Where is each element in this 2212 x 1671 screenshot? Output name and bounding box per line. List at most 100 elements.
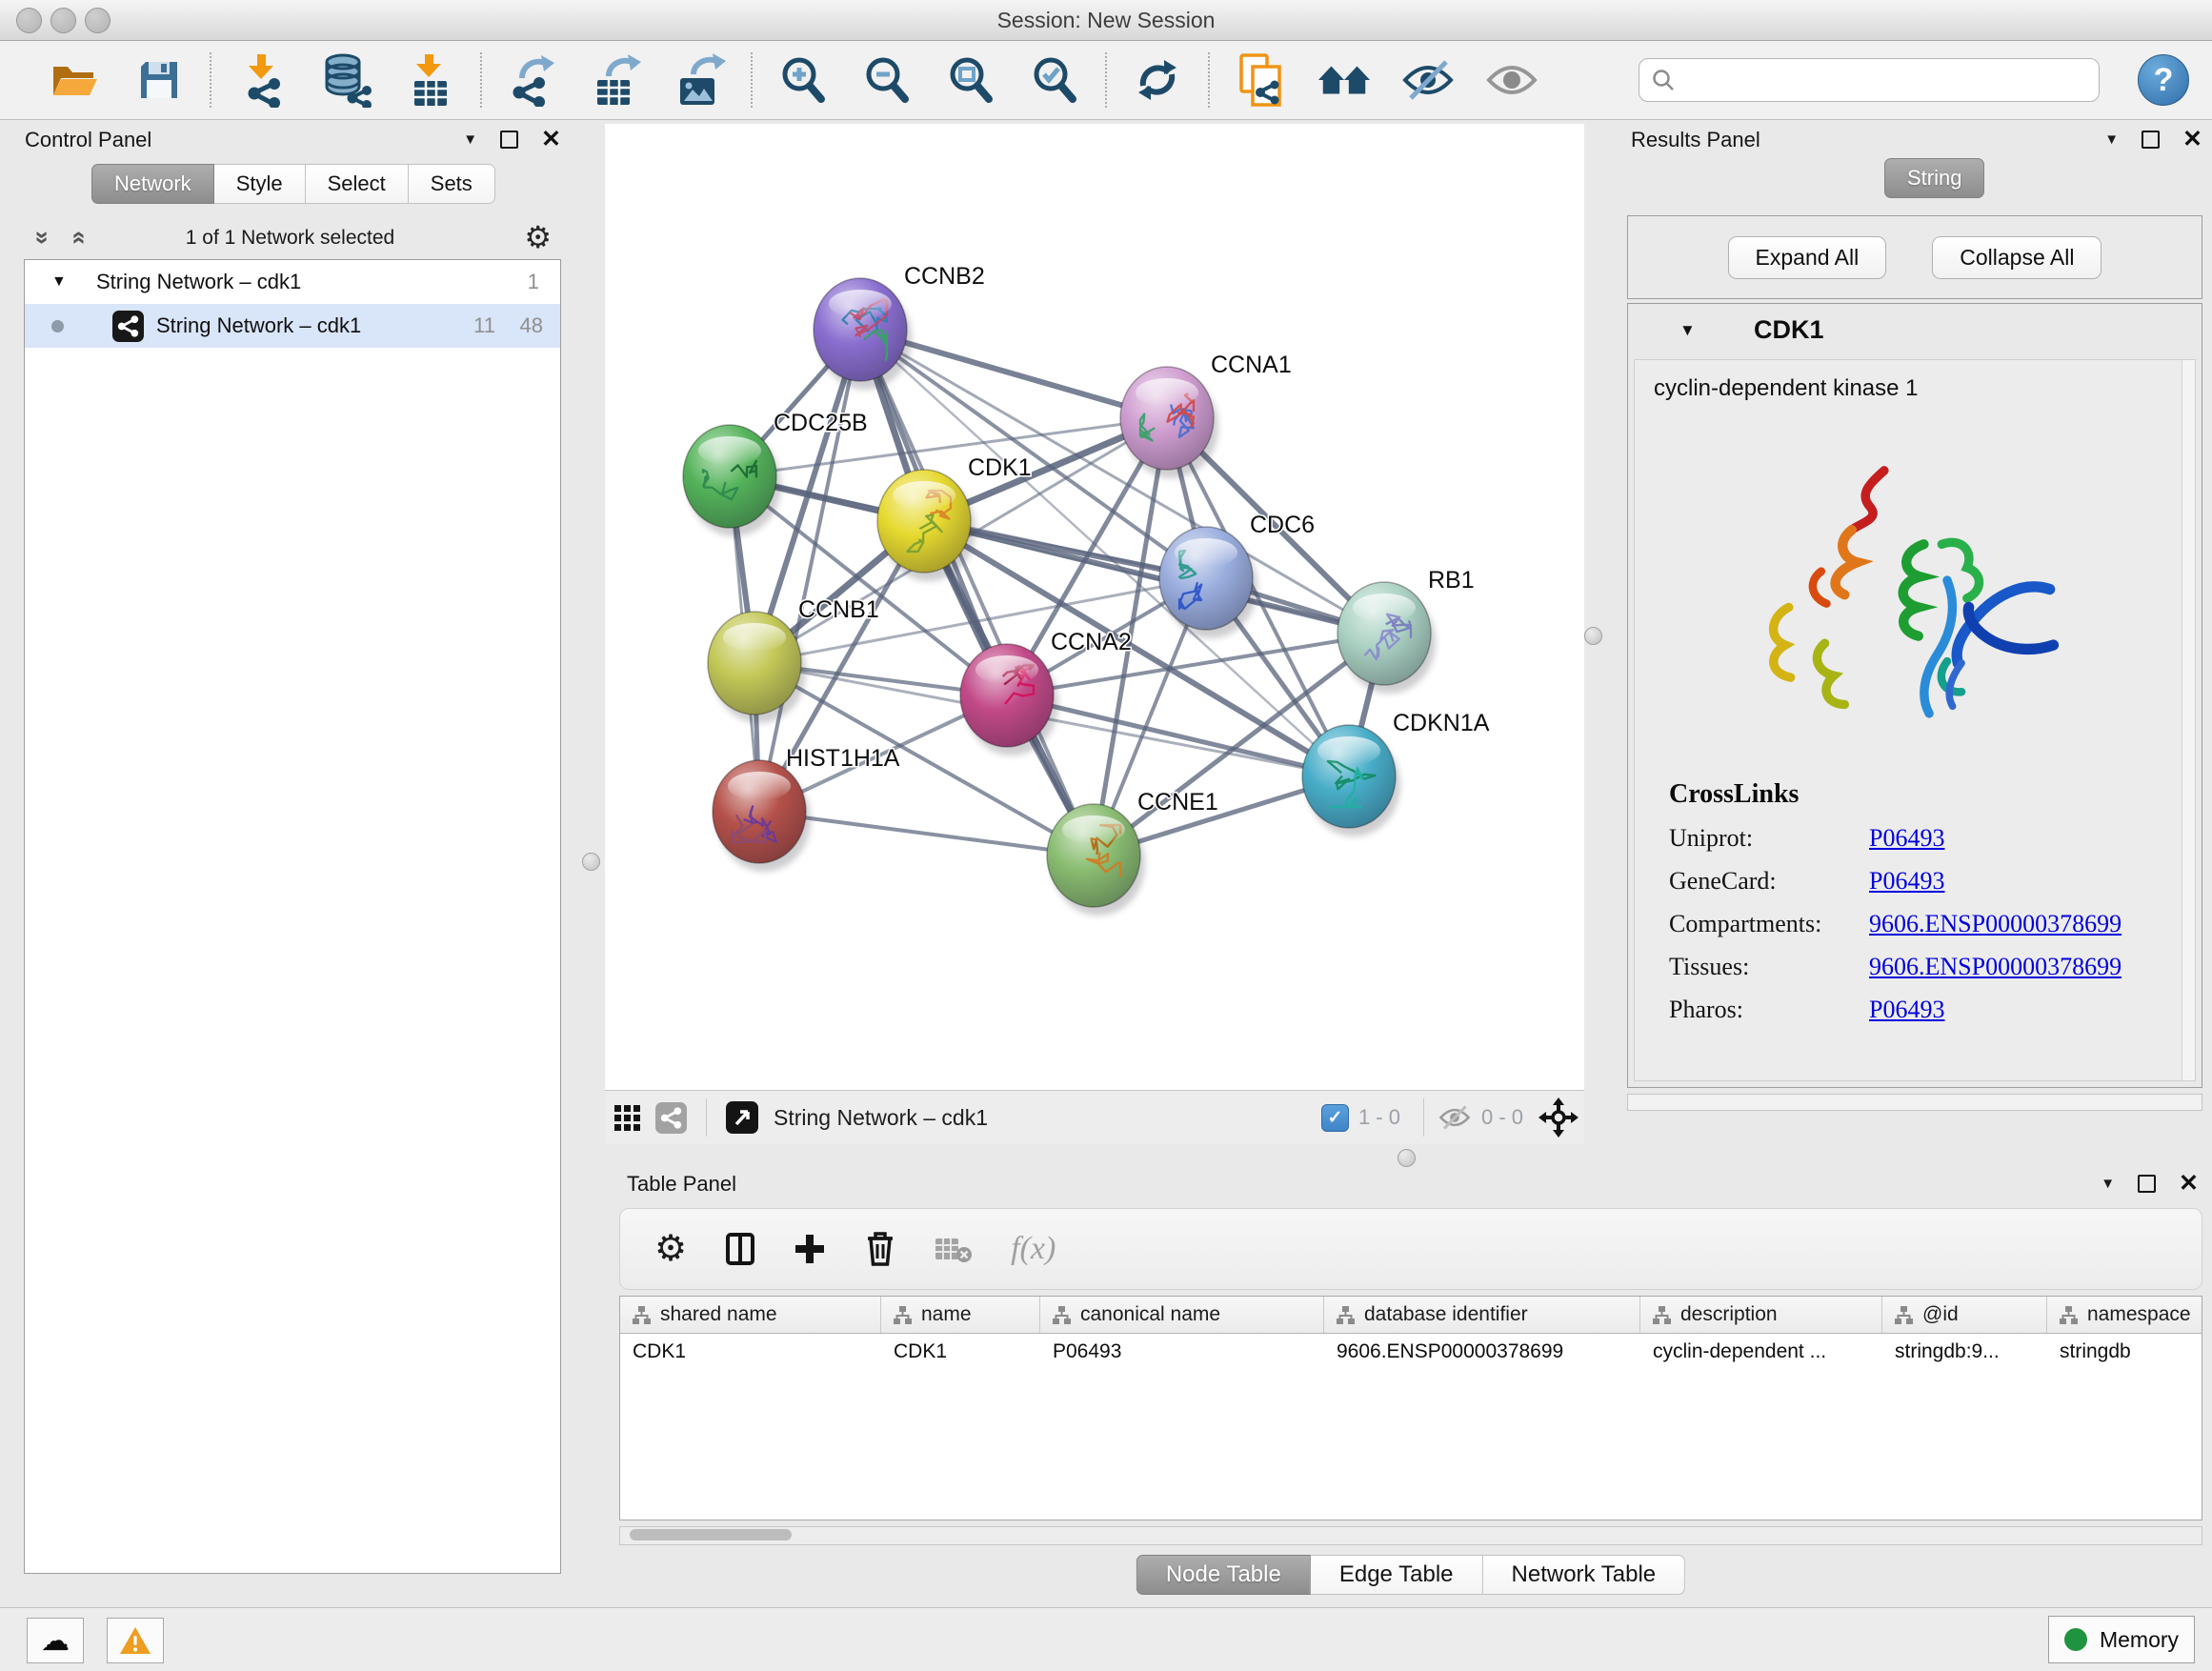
results-horizontal-scrollbar[interactable]	[1627, 1094, 2202, 1111]
global-search-field[interactable]	[1639, 58, 2100, 102]
zoom-out-button[interactable]	[859, 51, 915, 109]
results-vertical-scrollbar[interactable]	[2182, 360, 2195, 1080]
save-session-button[interactable]	[131, 51, 187, 109]
crosslink-link[interactable]: P06493	[1869, 996, 1944, 1024]
export-table-button[interactable]	[589, 51, 644, 109]
tab-string[interactable]: String	[1884, 158, 1984, 198]
tab-sets[interactable]: Sets	[409, 164, 495, 204]
network-collection-row[interactable]: ▼ String Network – cdk1 1	[25, 260, 560, 304]
warnings-button[interactable]	[107, 1618, 164, 1663]
node-CDKN1A[interactable]	[1302, 725, 1400, 836]
zoom-fit-button[interactable]	[943, 51, 998, 109]
show-columns-button[interactable]	[725, 1232, 755, 1266]
tab-node-table[interactable]: Node Table	[1136, 1555, 1311, 1595]
network-row-selected[interactable]: String Network – cdk1 11 48	[25, 304, 560, 348]
network-canvas[interactable]: CCNB2CCNA1CDC25BCDK1CDC6RB1CCNB1CCNA2CDK…	[605, 124, 1584, 1091]
table-row[interactable]: CDK1CDK1P064939606.ENSP00000378699cyclin…	[620, 1334, 2202, 1370]
open-in-window-icon[interactable]	[720, 1089, 764, 1146]
node-CDC25B[interactable]	[683, 425, 781, 536]
right-splitter-handle[interactable]	[1584, 627, 1602, 645]
show-all-button[interactable]	[1484, 51, 1539, 109]
column-header-name[interactable]: name	[881, 1297, 1040, 1333]
import-table-file-button[interactable]	[402, 51, 457, 109]
bottom-splitter-handle[interactable]	[1398, 1149, 1416, 1167]
tab-style[interactable]: Style	[214, 164, 306, 204]
section-collapse-triangle-icon[interactable]: ▼	[1679, 321, 1696, 340]
apply-layout-button[interactable]	[1130, 51, 1185, 109]
crosslink-link[interactable]: 9606.ENSP00000378699	[1869, 910, 2122, 938]
panel-menu-icon[interactable]: ▼	[2104, 131, 2119, 148]
table-cell[interactable]: P06493	[1040, 1334, 1324, 1370]
node-CCNB2[interactable]	[814, 278, 912, 390]
collapse-all-button[interactable]: Collapse All	[1932, 236, 2101, 279]
column-header-database-identifier[interactable]: database identifier	[1324, 1297, 1640, 1333]
panel-float-icon[interactable]	[2142, 131, 2160, 149]
panel-float-icon[interactable]	[2138, 1175, 2156, 1193]
table-cell[interactable]: 9606.ENSP00000378699	[1324, 1334, 1640, 1370]
open-session-button[interactable]	[48, 51, 103, 109]
string-view-icon[interactable]	[649, 1089, 693, 1146]
edge-CCNB2-HIST1H1A[interactable]	[759, 330, 860, 812]
column-header-description[interactable]: description	[1640, 1297, 1882, 1333]
network-options-gear-icon[interactable]: ⚙	[524, 219, 552, 255]
node-CCNE1[interactable]	[1047, 804, 1145, 916]
copy-documents-icon	[1235, 52, 1286, 108]
collapse-triangle-icon[interactable]: ▼	[51, 273, 67, 291]
selected-checkbox-icon[interactable]: ✓	[1321, 1104, 1349, 1132]
panel-menu-icon[interactable]: ▼	[2101, 1176, 2115, 1192]
zoom-selected-button[interactable]	[1027, 51, 1082, 109]
expand-all-button[interactable]: Expand All	[1728, 236, 1887, 279]
table-cell[interactable]: stringdb	[2047, 1334, 2202, 1370]
edge-CDK1-RB1[interactable]	[924, 521, 1384, 634]
node-CDC6[interactable]	[1159, 527, 1257, 638]
network-graph[interactable]: CCNB2CCNA1CDC25BCDK1CDC6RB1CCNB1CCNA2CDK…	[605, 124, 1584, 1091]
tab-select[interactable]: Select	[306, 164, 409, 204]
node-RB1[interactable]	[1337, 582, 1436, 694]
tab-network-table[interactable]: Network Table	[1483, 1555, 1686, 1595]
birdseye-view-icon[interactable]	[605, 1089, 649, 1146]
table-cell[interactable]: cyclin-dependent ...	[1640, 1334, 1882, 1370]
scrollbar-thumb[interactable]	[630, 1529, 792, 1540]
node-CCNA1[interactable]	[1120, 367, 1218, 478]
crosslink-link[interactable]: P06493	[1869, 824, 1944, 853]
crosslink-link[interactable]: P06493	[1869, 867, 1944, 896]
add-column-button[interactable]	[794, 1233, 826, 1265]
delete-column-button[interactable]	[864, 1231, 896, 1267]
node-CCNA2[interactable]	[960, 644, 1058, 755]
panel-close-icon[interactable]: ✕	[541, 128, 561, 151]
hide-selected-button[interactable]	[1400, 51, 1456, 109]
column-header-namespace[interactable]: namespace	[2047, 1297, 2202, 1333]
crosslink-link[interactable]: 9606.ENSP00000378699	[1869, 953, 2122, 981]
tab-network[interactable]: Network	[91, 164, 214, 204]
cloud-status-button[interactable]: ☁	[27, 1618, 84, 1663]
import-network-file-button[interactable]	[234, 51, 290, 109]
table-cell[interactable]: CDK1	[881, 1334, 1040, 1370]
export-network-button[interactable]	[505, 51, 560, 109]
tab-edge-table[interactable]: Edge Table	[1311, 1555, 1483, 1595]
help-button[interactable]: ?	[2138, 54, 2189, 106]
node-CDK1[interactable]	[877, 470, 975, 581]
first-neighbors-button[interactable]	[1317, 51, 1372, 109]
center-view-icon[interactable]	[1533, 1089, 1584, 1146]
protein-section-header[interactable]: ▼ CDK1	[1628, 304, 2202, 357]
zoom-in-button[interactable]	[775, 51, 831, 109]
table-settings-gear-icon[interactable]: ⚙	[654, 1231, 687, 1267]
clone-network-button[interactable]	[1233, 51, 1288, 109]
panel-close-icon[interactable]: ✕	[2179, 1172, 2199, 1196]
import-network-database-button[interactable]	[318, 51, 373, 109]
memory-button[interactable]: Memory	[2048, 1616, 2195, 1663]
table-horizontal-scrollbar[interactable]	[619, 1526, 2202, 1545]
column-header-@id[interactable]: @id	[1882, 1297, 2047, 1333]
panel-close-icon[interactable]: ✕	[2182, 128, 2202, 151]
column-header-shared-name[interactable]: shared name	[620, 1297, 881, 1333]
column-header-canonical-name[interactable]: canonical name	[1040, 1297, 1324, 1333]
node-HIST1H1A[interactable]	[713, 760, 811, 872]
panel-menu-icon[interactable]: ▼	[463, 131, 477, 148]
panel-float-icon[interactable]	[500, 131, 518, 149]
search-input[interactable]	[1676, 62, 2099, 98]
table-cell[interactable]: CDK1	[620, 1334, 881, 1370]
table-cell[interactable]: stringdb:9...	[1882, 1334, 2047, 1370]
left-splitter-handle[interactable]	[582, 853, 600, 871]
edge-CCNB2-CCNE1[interactable]	[860, 330, 1094, 856]
export-image-button[interactable]	[673, 51, 728, 109]
